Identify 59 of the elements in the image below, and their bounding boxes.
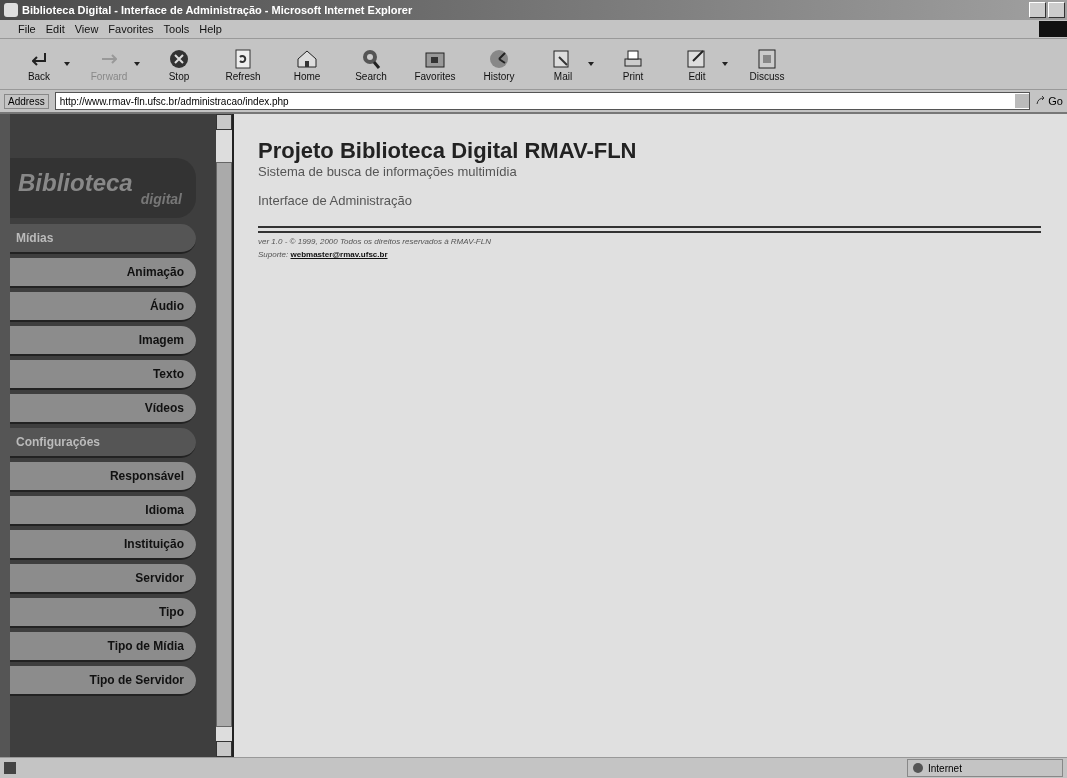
maximize-button[interactable] (1048, 2, 1065, 18)
support-email-link[interactable]: webmaster@rmav.ufsc.br (290, 250, 388, 259)
nav-button[interactable]: Tipo de Mídia (10, 632, 196, 662)
nav-button[interactable]: Idioma (10, 496, 196, 526)
globe-icon (912, 762, 924, 774)
support-label: Suporte: (258, 250, 289, 259)
window-title: Biblioteca Digital - Interface de Administração - Microsoft Internet Explorer (22, 4, 414, 16)
menu-item[interactable]: Favorites (108, 23, 154, 35)
discuss-icon (755, 46, 779, 71)
page-subtitle: Sistema de busca de informações multimídia (258, 164, 518, 179)
toolbar-button[interactable]: Discuss (742, 44, 792, 84)
nav-button[interactable]: Imagem (10, 326, 196, 356)
go-button[interactable]: Go (1036, 95, 1063, 107)
nav-button[interactable]: Instituição (10, 530, 196, 560)
copyright-text: ver 1.0 - © 1999, 2000 Todos os direitos reservados à RMAV-FLN (258, 237, 492, 246)
toolbar-button[interactable]: Back (14, 44, 64, 84)
scroll-up-button[interactable] (216, 114, 232, 130)
menu-item[interactable]: Tools (163, 23, 190, 35)
nav-button[interactable]: Áudio (10, 292, 196, 322)
browser-logo-icon (1039, 21, 1067, 37)
go-arrow-icon (1036, 96, 1047, 106)
toolbar-button[interactable]: Refresh (218, 44, 268, 84)
nav-button[interactable]: Responsável (10, 462, 196, 492)
address-field[interactable]: http://www.rmav-fln.ufsc.br/administracao/index.php (54, 92, 1031, 110)
section-heading: Interface de Administração (258, 193, 413, 208)
browser-icon (4, 3, 18, 17)
dropdown-button[interactable] (1015, 94, 1030, 108)
toolbar-button[interactable]: History (474, 44, 524, 84)
toolbar-button[interactable]: Edit (672, 44, 722, 84)
menu-item[interactable]: File (18, 23, 36, 35)
minimize-button[interactable] (1029, 2, 1046, 18)
page-title: Projeto Biblioteca Digital RMAV-FLN (258, 138, 638, 164)
scroll-down-button[interactable] (216, 741, 232, 757)
scroll-thumb[interactable] (216, 162, 232, 727)
toolbar-button[interactable]: Search (346, 44, 396, 84)
scrollbar[interactable] (216, 114, 234, 757)
toolbar-button[interactable]: Mail (538, 44, 588, 84)
menu-item[interactable]: Help (199, 23, 222, 35)
zone-label: Internet (928, 762, 962, 774)
toolbar-button[interactable]: Favorites (410, 44, 460, 84)
caret-icon[interactable] (64, 62, 70, 66)
caret-icon[interactable] (722, 62, 728, 66)
toolbar-button[interactable]: Stop (154, 44, 204, 84)
menu-item[interactable]: View (74, 23, 99, 35)
nav-button[interactable]: Tipo (10, 598, 196, 628)
nav-button[interactable]: Vídeos (10, 394, 196, 424)
caret-icon[interactable] (588, 62, 594, 66)
toolbar-button[interactable]: Print (608, 44, 658, 84)
nav-button[interactable]: Texto (10, 360, 196, 390)
address-label: Address (4, 93, 49, 109)
logo: Biblioteca digital (10, 158, 196, 218)
nav-button[interactable]: Servidor (10, 564, 196, 594)
page-icon (4, 762, 16, 774)
menu-item[interactable]: Edit (45, 23, 65, 35)
toolbar-button[interactable]: Home (282, 44, 332, 84)
back-arrow-icon (32, 51, 46, 66)
forward-arrow-icon (101, 53, 117, 64)
nav-button[interactable]: Tipo de Servidor (10, 666, 196, 696)
nav-button[interactable]: Animação (10, 258, 196, 288)
